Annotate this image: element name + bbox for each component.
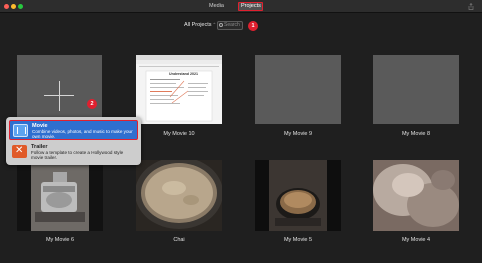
new-movie-option[interactable]: Movie Combine videos, photos, and music … (9, 120, 138, 140)
menu-item-description: Combine videos, photos, and music to mak… (32, 129, 133, 140)
project-tile[interactable]: My Movie 4 (373, 160, 459, 247)
project-name: My Movie 5 (283, 237, 313, 243)
chevron-updown-icon: ⌃ (212, 22, 217, 27)
video-frame-image (17, 160, 103, 231)
project-name: My Movie 6 (45, 237, 75, 243)
tab-media[interactable]: Media (207, 2, 226, 11)
project-name: My Movie 9 (283, 131, 313, 137)
new-trailer-option[interactable]: Trailer Follow a template to create a Ho… (9, 142, 138, 162)
project-name: My Movie 10 (163, 131, 195, 137)
project-tile[interactable]: My Movie 9 (255, 55, 341, 137)
video-frame-image (373, 160, 459, 231)
all-projects-dropdown[interactable]: All Projects⌃ (184, 22, 216, 28)
zoom-window-button[interactable] (18, 4, 23, 9)
thumbnail-doc-heading: Understand 2021 (169, 72, 198, 76)
project-tile[interactable]: My Movie 8 (373, 55, 459, 137)
all-projects-label: All Projects (184, 22, 212, 28)
search-placeholder: Search (224, 22, 240, 28)
project-name: My Movie 4 (401, 237, 431, 243)
new-project-menu: Movie Combine videos, photos, and music … (6, 117, 141, 165)
minimize-window-button[interactable] (11, 4, 16, 9)
project-tile[interactable]: My Movie 5 (255, 160, 341, 247)
film-strip-icon (13, 124, 28, 137)
video-frame-image (255, 160, 341, 231)
document-screenshot-thumbnail (136, 55, 222, 122)
project-thumbnail (255, 55, 341, 124)
menu-item-description: Follow a template to create a Hollywood … (31, 150, 124, 161)
project-tile[interactable]: My Movie 6 (17, 160, 103, 247)
video-frame-image (136, 160, 222, 231)
project-thumbnail: Understand 2021 (136, 55, 222, 124)
project-thumbnail (373, 55, 459, 124)
project-thumbnail (17, 160, 103, 231)
project-thumbnail (255, 160, 341, 231)
project-name: My Movie 8 (401, 131, 431, 137)
title-bar: Media Projects (0, 0, 482, 13)
project-thumbnail (136, 160, 222, 231)
clapperboard-icon (12, 145, 27, 158)
tab-projects[interactable]: Projects (238, 2, 263, 11)
search-field[interactable]: Search (217, 21, 243, 30)
project-name: Chai (173, 237, 185, 243)
project-tile[interactable]: Chai (136, 160, 222, 247)
share-icon[interactable] (468, 3, 474, 10)
project-tile[interactable]: Understand 2021 My Movie 10 (136, 55, 222, 137)
annotation-marker-1: 1 (248, 21, 258, 31)
annotation-marker-2: 2 (87, 99, 97, 109)
close-window-button[interactable] (4, 4, 9, 9)
search-icon (219, 22, 223, 27)
project-thumbnail (373, 160, 459, 231)
projects-toolbar: All Projects⌃ Search (0, 19, 482, 33)
